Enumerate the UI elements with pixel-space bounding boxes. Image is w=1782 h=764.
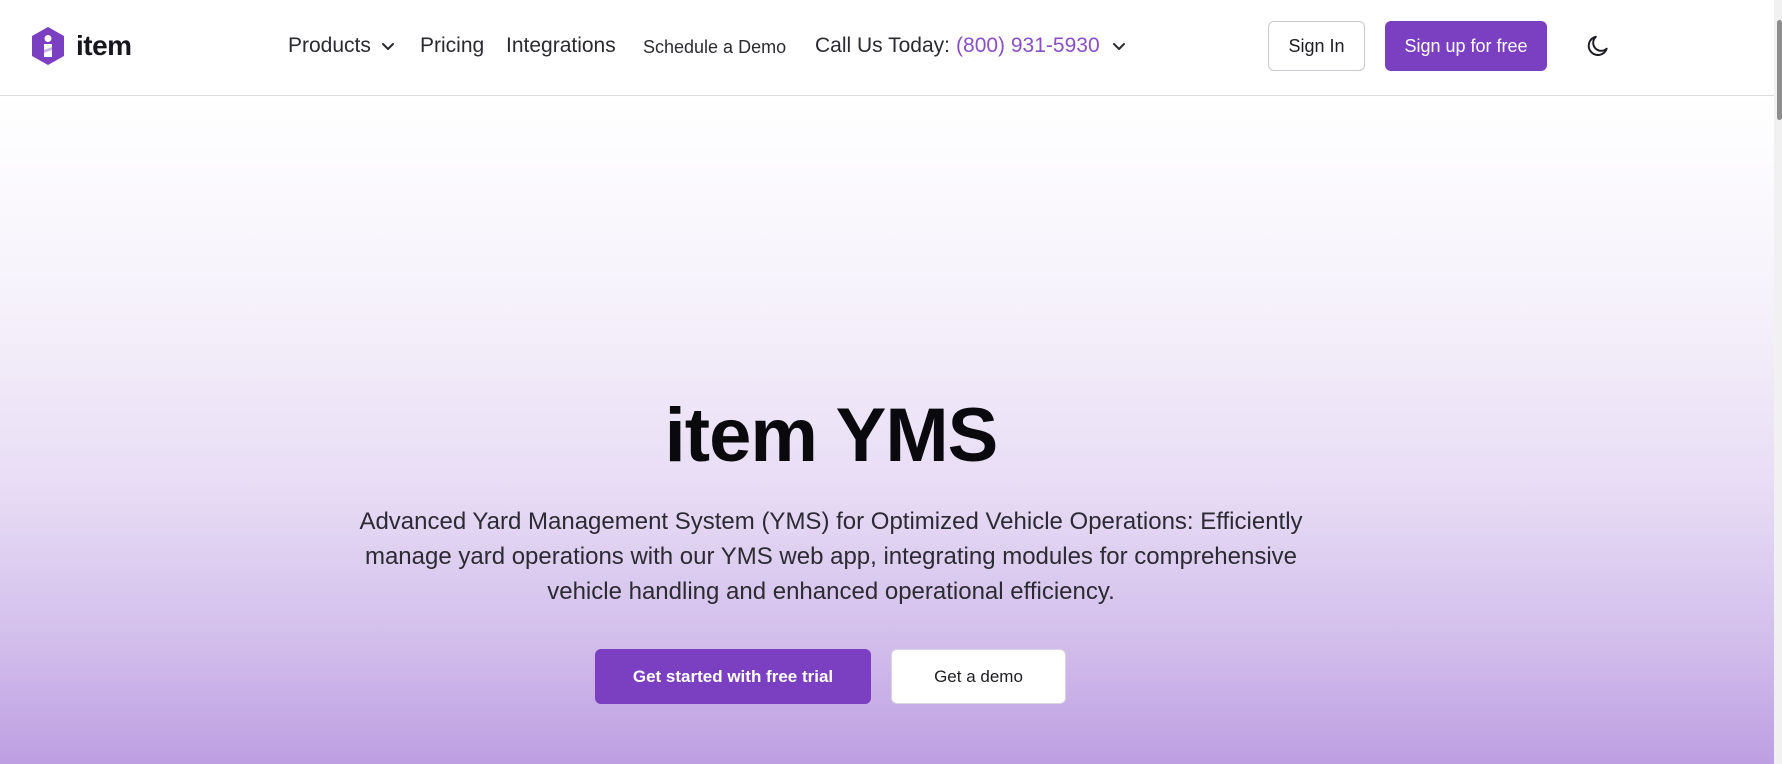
hero-title: item YMS (664, 393, 999, 478)
brand-name: item (76, 30, 132, 61)
nav-products-label: Products (288, 34, 371, 57)
get-demo-button[interactable]: Get a demo (891, 649, 1066, 704)
nav-products[interactable]: Products (288, 34, 395, 58)
call-label: Call Us Today: (815, 34, 951, 57)
hero-section: item YMS Advanced Yard Management System… (0, 96, 1774, 764)
sign-in-button[interactable]: Sign In (1268, 21, 1365, 71)
sign-up-button[interactable]: Sign up for free (1385, 21, 1547, 71)
scrollbar-thumb[interactable] (1777, 20, 1782, 120)
nav-integrations[interactable]: Integrations (506, 34, 616, 58)
free-trial-button[interactable]: Get started with free trial (595, 649, 871, 704)
nav-call-us[interactable]: Call Us Today: (800) 931-5930 (815, 34, 1126, 58)
moon-icon[interactable] (1585, 33, 1611, 59)
hexagon-logo-icon (30, 26, 66, 66)
hero-description: Advanced Yard Management System (YMS) fo… (359, 508, 1303, 605)
chevron-down-icon (1100, 34, 1126, 58)
brand-logo[interactable]: item (30, 26, 132, 66)
nav-schedule-demo[interactable]: Schedule a Demo (643, 37, 786, 58)
chevron-down-icon (371, 34, 395, 58)
site-header: item Products Pricing Integrations Sched… (0, 0, 1782, 96)
nav-pricing[interactable]: Pricing (420, 34, 484, 58)
phone-number[interactable]: (800) 931-5930 (956, 34, 1100, 58)
